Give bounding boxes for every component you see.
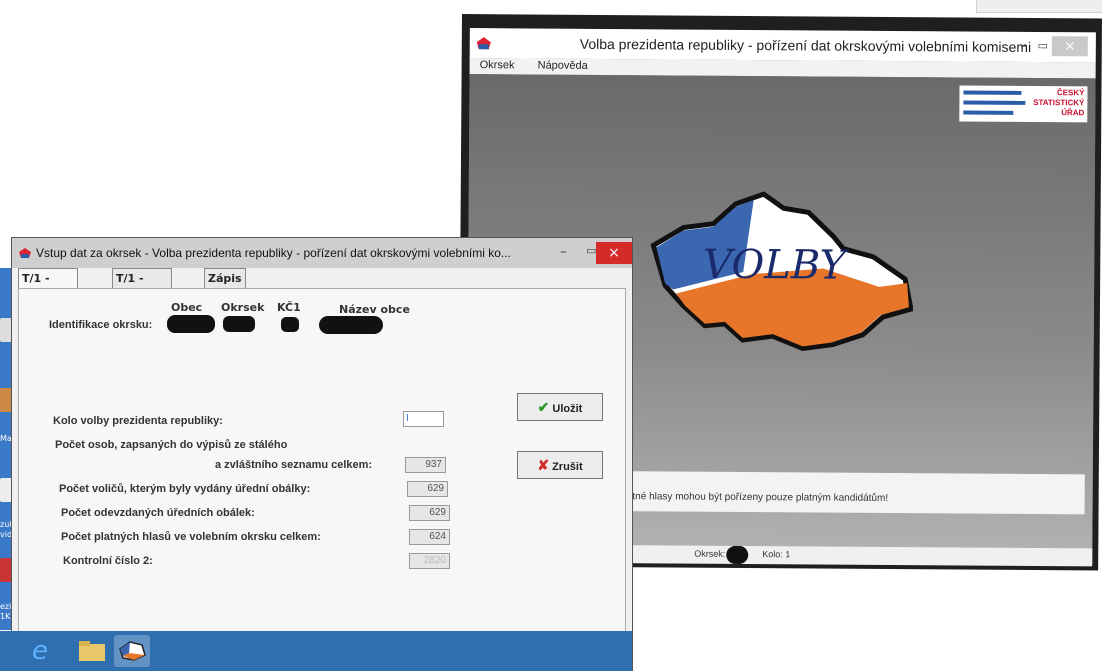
save-button[interactable]: ✔ Uložit <box>517 393 603 421</box>
internet-explorer-icon[interactable]: e <box>22 635 58 667</box>
minimize-button[interactable]: – <box>560 244 567 260</box>
redacted-okrsek <box>223 316 255 332</box>
row-label-zapsanych-2: a zvláštního seznamu celkem: <box>215 459 373 471</box>
odevzdane-obalky-field: 629 <box>409 505 450 521</box>
row-label-obalky-vydane: Počet voličů, kterým byly vydány úřední … <box>59 483 311 495</box>
status-kolo: Kolo: 1 <box>762 549 791 560</box>
volby-map-icon <box>119 641 146 661</box>
maximize-button[interactable]: ▭ <box>1034 36 1052 56</box>
close-button[interactable]: × <box>1051 36 1088 57</box>
status-okrsek: Okrsek: <box>694 548 726 559</box>
redacted-nazev-obce <box>319 316 383 334</box>
desktop-icon[interactable] <box>0 388 12 412</box>
desktop-icon[interactable] <box>0 478 12 502</box>
row-label-odevzdane: Počet odevzdaných úředních obálek: <box>61 507 255 519</box>
logo-bar <box>963 100 1026 105</box>
minimize-button[interactable]: – <box>1014 36 1034 56</box>
zapsanych-field: 937 <box>405 457 446 473</box>
ident-label: Identifikace okrsku: <box>49 319 153 331</box>
map-text: VOLBY <box>703 242 850 289</box>
column-obec: Obec <box>171 301 203 314</box>
close-button[interactable]: × <box>596 242 632 264</box>
logo-text-line2: STATISTICKÝ <box>1033 97 1085 108</box>
app-logo-icon <box>19 248 31 258</box>
data-entry-dialog: Vstup dat za okrsek - Volba prezidenta r… <box>12 238 632 671</box>
maximize-button[interactable]: ▭ <box>586 244 596 257</box>
platne-hlasy-field: 624 <box>409 529 450 545</box>
kolo-input[interactable]: I <box>403 411 444 427</box>
desktop-icon[interactable] <box>0 318 12 342</box>
redacted-value <box>726 545 749 565</box>
logo-text-line3: ÚŘAD <box>1061 108 1085 118</box>
background-panel <box>976 0 1102 13</box>
cancel-button[interactable]: ✘ Zrušit <box>517 451 603 479</box>
czech-map-logo: VOLBY <box>650 191 914 351</box>
volby-app-taskbar-icon[interactable] <box>114 635 150 667</box>
row-label-kolo: Kolo volby prezidenta republiky: <box>53 415 223 427</box>
cross-icon: ✘ <box>537 457 550 473</box>
notice-text: latné hlasy mohou být pořízeny pouze pla… <box>624 491 889 504</box>
column-kc1: KČ1 <box>277 301 301 314</box>
tab-strana-1[interactable]: T/1 - 1.strana <box>18 268 78 305</box>
logo-text-line1: ČESKÝ <box>1056 88 1085 98</box>
column-nazev-obce: Název obce <box>339 303 410 316</box>
notice-bar: latné hlasy mohou být pořízeny pouze pla… <box>616 471 1085 515</box>
tab-zapis[interactable]: Zápis <box>204 268 246 289</box>
kontrolni-cislo-field: 2820 <box>409 553 450 569</box>
csu-logo: ČESKÝ STATISTICKÝ ÚŘAD <box>959 85 1088 123</box>
row-label-zapsanych: Počet osob, zapsaných do výpisů ze stálé… <box>55 439 288 451</box>
tab-strana-2[interactable]: T/1 - 2.strana <box>112 268 172 305</box>
menu-okrsek[interactable]: Okrsek <box>480 59 515 71</box>
row-label-platne-hlasy: Počet platných hlasů ve volebním okrsku … <box>61 531 321 543</box>
file-explorer-icon[interactable] <box>74 635 110 667</box>
dialog-title: Vstup dat za okrsek - Volba prezidenta r… <box>36 246 511 260</box>
main-window-title: Volba prezidenta republiky - pořízení da… <box>579 35 1032 55</box>
cancel-label: Zrušit <box>552 461 583 473</box>
desktop-background: Maj zuk vide ezider 1K.0 <box>0 268 25 630</box>
logo-bar <box>963 90 1022 95</box>
redacted-obec <box>167 315 215 333</box>
column-okrsek: Okrsek <box>221 301 265 314</box>
taskbar: e <box>0 631 632 671</box>
save-label: Uložit <box>552 403 583 415</box>
row-label-kontrolni: Kontrolní číslo 2: <box>63 555 153 567</box>
dialog-titlebar: Vstup dat za okrsek - Volba prezidenta r… <box>12 238 632 268</box>
main-window-titlebar: Volba prezidenta republiky - pořízení da… <box>469 28 1096 63</box>
logo-bar <box>963 110 1014 115</box>
menu-napoveda[interactable]: Nápověda <box>538 60 588 72</box>
desktop-icon[interactable] <box>0 558 12 582</box>
redacted-kc1 <box>281 317 299 332</box>
tab-page: Obec Okrsek KČ1 Název obce Identifikace … <box>18 288 626 638</box>
vydane-obalky-field: 629 <box>407 481 448 497</box>
folder-icon <box>79 641 105 661</box>
check-icon: ✔ <box>537 399 550 415</box>
status-bar: Okrsek: Kolo: 1 <box>616 545 1093 567</box>
app-logo-icon <box>476 37 491 50</box>
